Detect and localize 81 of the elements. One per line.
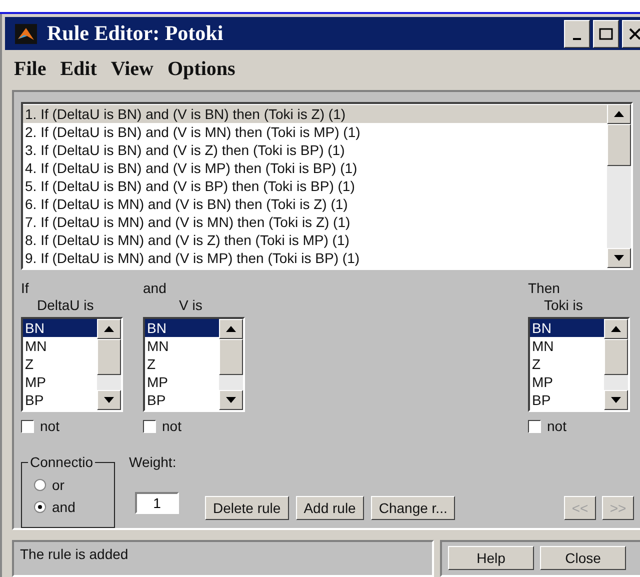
rule-item[interactable]: 3. If (DeltaU is BN) and (V is Z) then (Toki is BP) (1) xyxy=(23,141,607,160)
scroll-up-arrow-icon[interactable] xyxy=(104,326,114,332)
scroll-down-arrow-icon[interactable] xyxy=(104,397,114,404)
menu-item[interactable]: Edit xyxy=(60,58,97,82)
connective-label: and xyxy=(143,280,168,298)
maximize-icon xyxy=(599,28,613,40)
membership-item[interactable]: Z xyxy=(530,355,604,374)
rule-button[interactable]: Change r... xyxy=(370,496,456,520)
scroll-thumb[interactable] xyxy=(219,339,243,376)
checkbox-label: not xyxy=(547,418,566,434)
rule-item[interactable]: 7. If (DeltaU is MN) and (V is MN) then (Toki is Z) (1) xyxy=(23,213,607,232)
membership-list[interactable]: BN MN Z MP BP xyxy=(528,317,630,412)
radio-label: or xyxy=(52,477,64,494)
status-message: The rule is added xyxy=(12,540,434,577)
membership-item[interactable]: MN xyxy=(23,337,97,356)
rule-list[interactable] xyxy=(21,102,633,270)
variable-label: DeltaU is xyxy=(36,297,95,314)
scroll-thumb[interactable] xyxy=(97,339,121,376)
rule-item[interactable]: 2. If (DeltaU is BN) and (V is MN) then (Toki is MP) (1) xyxy=(23,123,607,142)
scroll-up-arrow-icon[interactable] xyxy=(226,326,236,332)
rule-button[interactable]: Add rule xyxy=(296,496,364,520)
maximize-button[interactable] xyxy=(593,20,619,48)
scrollbar[interactable] xyxy=(97,319,121,410)
membership-item[interactable]: MN xyxy=(145,337,219,356)
menu-item[interactable]: Options xyxy=(167,58,236,82)
membership-list[interactable]: BN MN Z MP BP xyxy=(143,317,245,412)
membership-item[interactable]: BP xyxy=(145,391,219,410)
rule-item[interactable]: 5. If (DeltaU is BN) and (V is BP) then (Toki is BP) (1) xyxy=(23,177,607,196)
connective-label: If xyxy=(21,280,30,298)
scroll-up-arrow-icon[interactable] xyxy=(611,326,621,332)
membership-item[interactable]: MP xyxy=(23,373,97,392)
rule-item[interactable]: 4. If (DeltaU is BN) and (V is MP) then (Toki is BP) (1) xyxy=(23,159,607,178)
app-logo-icon xyxy=(15,24,37,44)
menu-item[interactable]: View xyxy=(110,58,154,82)
connective-label: Then xyxy=(528,280,561,298)
checkbox-label: not xyxy=(40,418,60,434)
membership-item[interactable]: BP xyxy=(23,391,97,410)
membership-item[interactable]: BP xyxy=(530,391,604,410)
footer-button[interactable]: Help xyxy=(448,546,534,570)
close-button[interactable] xyxy=(622,20,640,48)
scrollbar[interactable] xyxy=(219,319,243,410)
membership-item[interactable]: MP xyxy=(145,373,219,392)
membership-list[interactable]: BN MN Z MP BP xyxy=(21,317,123,412)
membership-item[interactable]: BN xyxy=(145,319,219,338)
scroll-thumb[interactable] xyxy=(607,124,631,166)
rule-item[interactable]: 8. If (DeltaU is MN) and (V is Z) then (Toki is MP) (1) xyxy=(23,231,607,250)
membership-item[interactable]: MN xyxy=(530,337,604,356)
checkbox[interactable] xyxy=(143,420,156,433)
scrollbar[interactable] xyxy=(604,319,628,410)
scroll-thumb[interactable] xyxy=(604,339,628,376)
close-icon xyxy=(629,28,640,40)
window-title: Rule Editor: Potoki xyxy=(47,21,224,46)
scroll-up-arrow-icon[interactable] xyxy=(614,111,624,118)
scrollbar[interactable] xyxy=(607,104,631,268)
membership-item[interactable]: Z xyxy=(145,355,219,374)
weight-label: Weight: xyxy=(129,454,178,470)
radio-button[interactable] xyxy=(34,501,46,514)
menu-item[interactable]: File xyxy=(14,58,46,82)
footer-button[interactable]: Close xyxy=(540,546,626,570)
variable-label: Toki is xyxy=(543,297,584,314)
rule-item[interactable]: 1. If (DeltaU is BN) and (V is BN) then (Toki is Z) (1) xyxy=(23,105,607,124)
minimize-icon xyxy=(573,38,581,40)
radio-button[interactable] xyxy=(34,479,46,492)
rule-item[interactable]: 9. If (DeltaU is MN) and (V is MP) then (Toki is BP) (1) xyxy=(23,249,607,268)
scroll-down-arrow-icon[interactable] xyxy=(226,397,236,404)
radio-label: and xyxy=(52,499,76,516)
checkbox-label: not xyxy=(162,418,182,434)
minimize-button[interactable] xyxy=(564,20,590,48)
rule-button[interactable]: Delete rule xyxy=(205,496,289,520)
scroll-down-arrow-icon[interactable] xyxy=(611,397,621,404)
scroll-down-arrow-icon[interactable] xyxy=(614,255,624,262)
membership-item[interactable]: BN xyxy=(530,319,604,338)
group-title: Connectio xyxy=(28,454,96,470)
variable-label: V is xyxy=(178,297,204,314)
checkbox[interactable] xyxy=(528,420,541,433)
checkbox[interactable] xyxy=(21,420,34,433)
membership-item[interactable]: Z xyxy=(23,355,97,374)
membership-item[interactable]: BN xyxy=(23,319,97,338)
membership-item[interactable]: MP xyxy=(530,373,604,392)
rule-item[interactable]: 6. If (DeltaU is MN) and (V is BN) then (Toki is Z) (1) xyxy=(23,195,607,214)
weight-field[interactable]: 1 xyxy=(135,492,179,514)
